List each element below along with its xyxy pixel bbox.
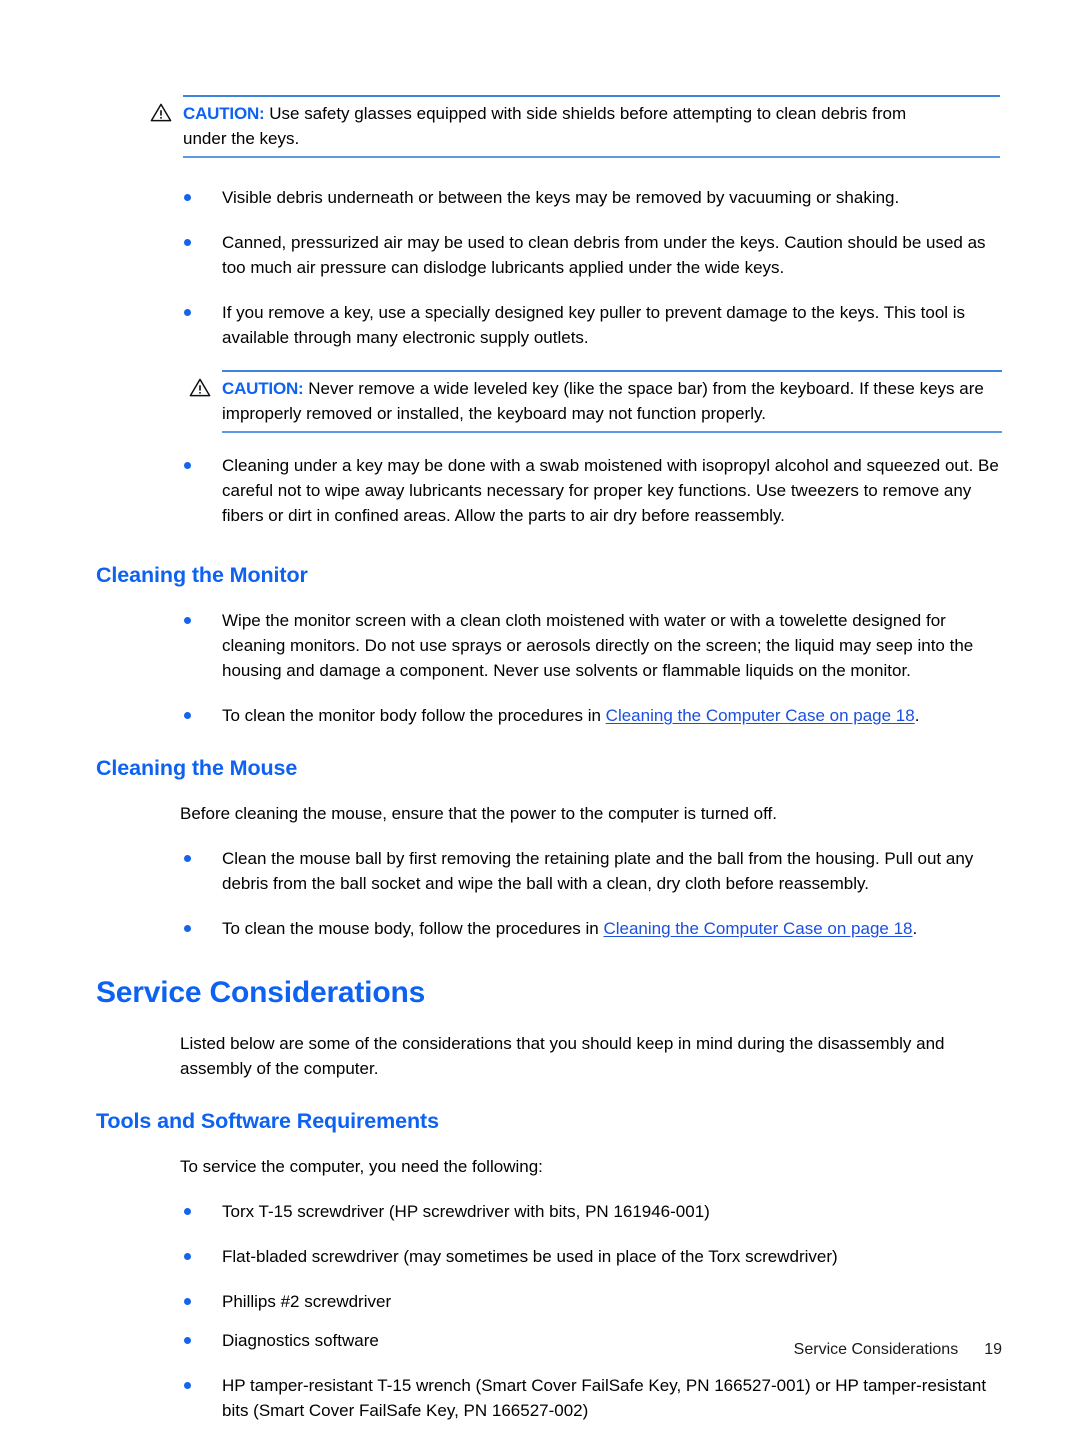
caution-block-2: CAUTION: Never remove a wide leveled key…: [184, 370, 1002, 433]
list-item: Torx T-15 screwdriver (HP screwdriver wi…: [0, 1199, 1080, 1224]
caution-text: Never remove a wide leveled key (like th…: [222, 379, 984, 423]
list-item: Cleaning under a key may be done with a …: [0, 453, 1080, 528]
list-item: Canned, pressurized air may be used to c…: [0, 230, 1080, 280]
list-item-text: Phillips #2 screwdriver: [222, 1292, 392, 1311]
cross-reference-link[interactable]: Cleaning the Computer Case on page 18: [606, 706, 915, 725]
bullet-dot-icon: [184, 239, 191, 246]
list-item: Flat-bladed screwdriver (may sometimes b…: [0, 1244, 1080, 1269]
bullet-dot-icon: [184, 855, 191, 862]
bullet-dot-icon: [184, 1208, 191, 1215]
section-heading-tools-and-software-requirements: Tools and Software Requirements: [96, 1109, 439, 1133]
page-title-service-considerations: Service Considerations: [96, 976, 426, 1009]
mouse-intro-paragraph: Before cleaning the mouse, ensure that t…: [180, 804, 777, 823]
bullet-dot-icon: [184, 462, 191, 469]
list-item-text: Torx T-15 screwdriver (HP screwdriver wi…: [222, 1202, 710, 1221]
list-item-text-suffix: .: [912, 919, 918, 938]
list-item-text: Flat-bladed screwdriver (may sometimes b…: [222, 1247, 838, 1266]
section-heading-cleaning-the-mouse: Cleaning the Mouse: [96, 756, 298, 780]
list-item: Clean the mouse ball by first removing t…: [0, 846, 1080, 896]
keyboard-bullet-list-after: Cleaning under a key may be done with a …: [0, 453, 1080, 528]
bullet-dot-icon: [184, 925, 191, 932]
keyboard-bullet-list: Visible debris underneath or between the…: [0, 185, 1080, 350]
bullet-dot-icon: [184, 1253, 191, 1260]
list-item: To clean the mouse body, follow the proc…: [0, 916, 1080, 941]
service-intro-paragraph: Listed below are some of the considerati…: [180, 1034, 945, 1078]
list-item: Phillips #2 screwdriver: [0, 1289, 1080, 1314]
page-number: 19: [984, 1341, 1002, 1358]
cross-reference-link[interactable]: Cleaning the Computer Case on page 18: [603, 919, 912, 938]
list-item-text-prefix: To clean the monitor body follow the pro…: [222, 706, 606, 725]
page-content: CAUTION: Use safety glasses equipped wit…: [0, 95, 1080, 1423]
bullet-dot-icon: [184, 309, 191, 316]
warning-triangle-icon: [189, 378, 211, 397]
list-item-text: If you remove a key, use a specially des…: [222, 303, 966, 347]
bullet-dot-icon: [184, 194, 191, 201]
bullet-dot-icon: [184, 617, 191, 624]
monitor-bullet-list: Wipe the monitor screen with a clean clo…: [0, 608, 1080, 728]
list-item-text: Wipe the monitor screen with a clean clo…: [222, 611, 974, 680]
list-item: HP tamper-resistant T-15 wrench (Smart C…: [0, 1373, 1080, 1423]
list-item: Wipe the monitor screen with a clean clo…: [0, 608, 1080, 683]
warning-triangle-icon: [150, 103, 172, 122]
list-item-text: Visible debris underneath or between the…: [222, 188, 900, 207]
list-item-text: HP tamper-resistant T-15 wrench (Smart C…: [222, 1376, 987, 1420]
list-item: If you remove a key, use a specially des…: [0, 300, 1080, 350]
list-item: To clean the monitor body follow the pro…: [0, 703, 1080, 728]
list-item: Visible debris underneath or between the…: [0, 185, 1080, 210]
list-item-text-prefix: To clean the mouse body, follow the proc…: [222, 919, 604, 938]
caution-bottom-rule: [183, 156, 1000, 158]
page-footer: Service Considerations 19: [0, 1341, 1080, 1359]
bullet-dot-icon: [184, 712, 191, 719]
tools-intro-paragraph: To service the computer, you need the fo…: [180, 1157, 543, 1176]
document-page: CAUTION: Use safety glasses equipped wit…: [0, 0, 1080, 1437]
tools-bullet-list: Torx T-15 screwdriver (HP screwdriver wi…: [0, 1199, 1080, 1423]
bullet-dot-icon: [184, 1298, 191, 1305]
list-item-text: Cleaning under a key may be done with a …: [222, 456, 999, 525]
caution-bottom-rule: [222, 431, 1002, 433]
caution-block-1: CAUTION: Use safety glasses equipped wit…: [145, 95, 1000, 158]
footer-title: Service Considerations: [793, 1341, 959, 1358]
list-item-text-suffix: .: [914, 706, 920, 725]
list-item-text: Canned, pressurized air may be used to c…: [222, 233, 986, 277]
caution-label: CAUTION:: [222, 379, 304, 398]
section-heading-cleaning-the-monitor: Cleaning the Monitor: [96, 563, 308, 587]
list-item-text: Clean the mouse ball by first removing t…: [222, 849, 974, 893]
bullet-dot-icon: [184, 1382, 191, 1389]
caution-label: CAUTION:: [183, 104, 265, 123]
mouse-bullet-list: Clean the mouse ball by first removing t…: [0, 846, 1080, 941]
caution-text: Use safety glasses equipped with side sh…: [183, 104, 907, 148]
